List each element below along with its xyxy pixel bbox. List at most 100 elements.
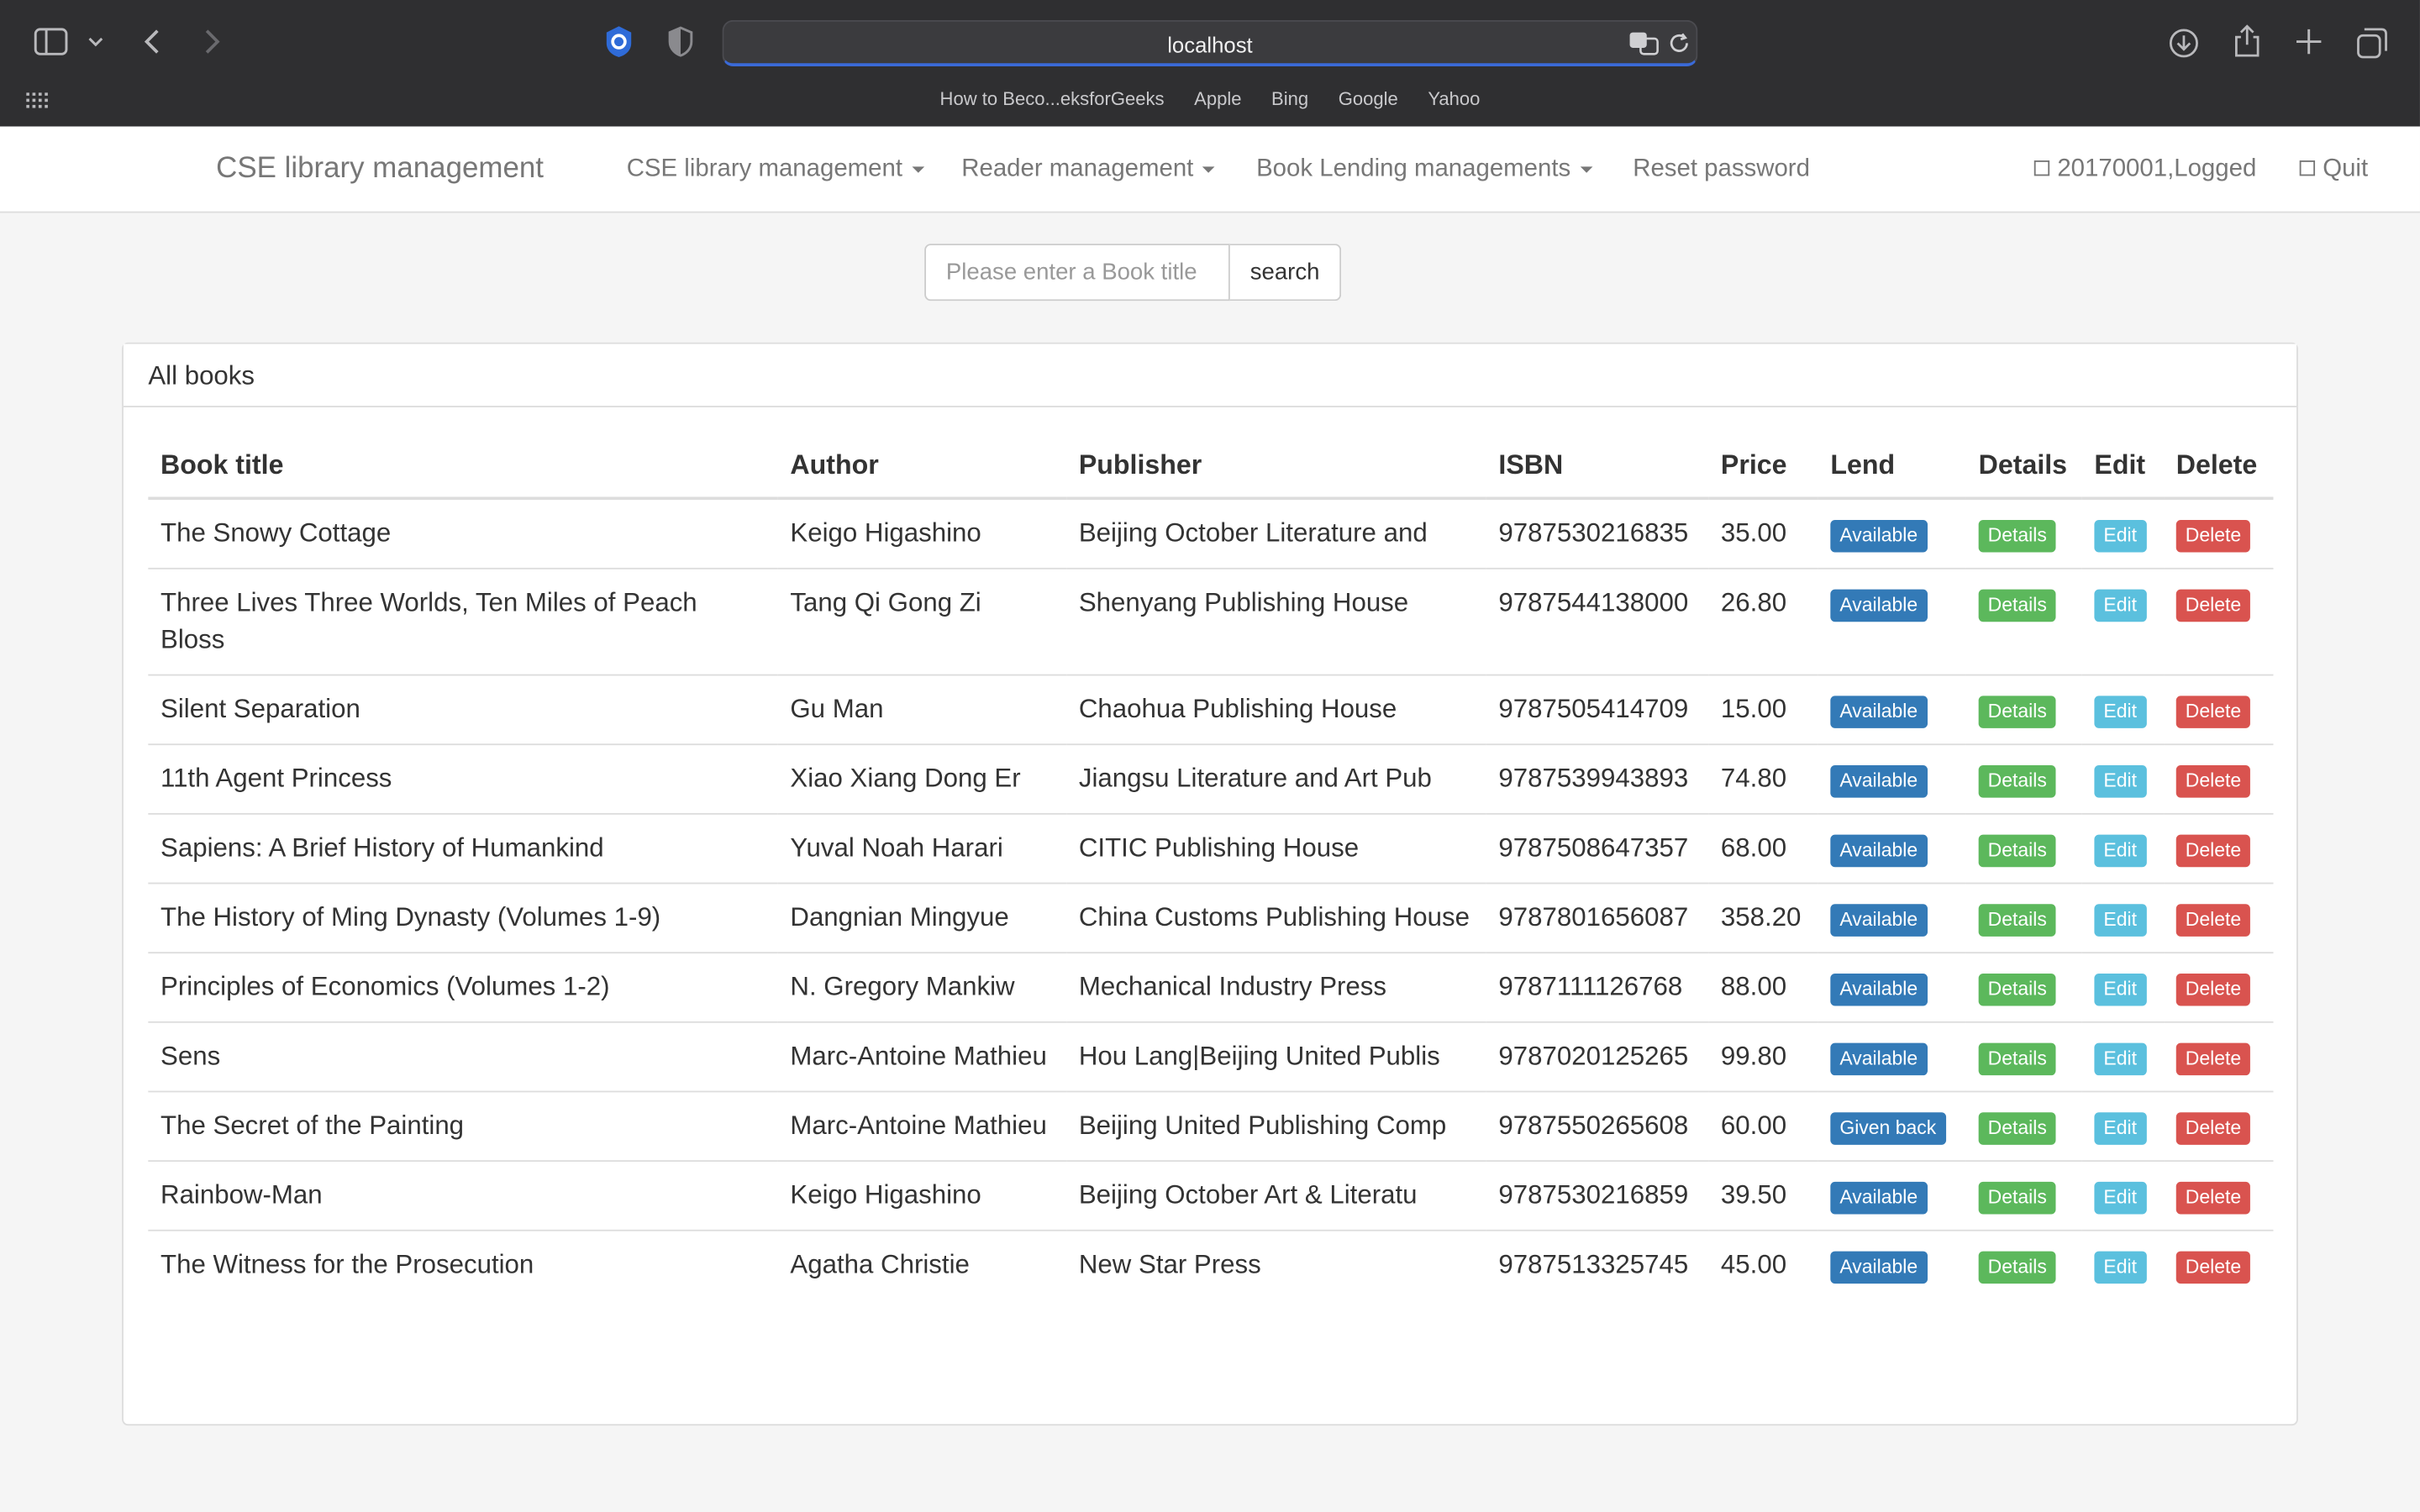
header-book-title: Book title	[148, 433, 778, 501]
table-body: The Snowy Cottage Keigo Higashino Beijing …	[148, 497, 2274, 1299]
lend-button[interactable]: Available	[1830, 904, 1928, 937]
lend-button[interactable]: Available	[1830, 1251, 1928, 1284]
edit-cell: Edit	[2081, 743, 2165, 814]
edit-cell: Edit	[2081, 812, 2165, 884]
chevron-down-icon[interactable]	[87, 31, 105, 53]
price-cell: 88.00	[1708, 952, 1818, 1022]
delete-button[interactable]: Delete	[2175, 696, 2251, 728]
lend-cell: Available	[1818, 743, 1966, 814]
details-button[interactable]: Details	[1978, 519, 2056, 553]
back-icon[interactable]	[139, 26, 163, 57]
header-details: Details	[1965, 433, 2082, 501]
favorite-link[interactable]: Google	[1339, 88, 1398, 110]
details-cell: Details	[1965, 1021, 2082, 1092]
translate-icon[interactable]	[1627, 29, 1660, 57]
book-title-cell: Three Lives Three Worlds, Ten Miles of P…	[148, 567, 778, 675]
lend-button[interactable]: Available	[1830, 519, 1928, 553]
favorite-link[interactable]: Apple	[1194, 88, 1241, 110]
edit-button[interactable]: Edit	[2094, 904, 2147, 937]
search-input[interactable]: Please enter a Book title	[924, 244, 1230, 302]
sidebar-icon[interactable]	[34, 28, 68, 55]
header-isbn: ISBN	[1486, 433, 1709, 501]
lend-button[interactable]: Available	[1830, 973, 1928, 1006]
edit-button[interactable]: Edit	[2094, 1251, 2147, 1284]
details-button[interactable]: Details	[1978, 904, 2056, 937]
menu-lending[interactable]: Book Lending managements	[1256, 156, 1592, 184]
reload-icon[interactable]	[1667, 29, 1691, 57]
details-button[interactable]: Details	[1978, 973, 2056, 1006]
new-tab-icon[interactable]	[2293, 26, 2324, 57]
extension-shield-icon[interactable]	[602, 24, 635, 58]
lend-button[interactable]: Available	[1830, 696, 1928, 728]
edit-cell: Edit	[2081, 1090, 2165, 1162]
publisher-cell: Beijing October Literature and	[1066, 497, 1486, 569]
share-icon[interactable]	[2232, 24, 2263, 60]
details-button[interactable]: Details	[1978, 765, 2056, 798]
author-cell: Marc-Antoine Mathieu	[777, 1090, 1067, 1162]
download-icon[interactable]	[2167, 26, 2201, 60]
delete-button[interactable]: Delete	[2175, 1042, 2251, 1076]
browser-toolbar: localhost How to Beco...eksforGeeks Appl…	[0, 0, 2420, 127]
brand[interactable]: CSE library management	[216, 153, 544, 186]
user-status-link[interactable]: 20170001,Logged	[2033, 156, 2256, 184]
delete-button[interactable]: Delete	[2175, 589, 2251, 622]
menu-library[interactable]: CSE library management	[627, 156, 924, 184]
delete-cell: Delete	[2164, 812, 2274, 884]
details-cell: Details	[1965, 1229, 2082, 1299]
address-bar[interactable]: localhost	[722, 19, 1698, 66]
details-button[interactable]: Details	[1978, 696, 2056, 728]
delete-button[interactable]: Delete	[2175, 1251, 2251, 1284]
reset-password-link[interactable]: Reset password	[1633, 156, 1810, 184]
isbn-cell: 9787508647357	[1486, 812, 1709, 884]
lend-button[interactable]: Available	[1830, 1042, 1928, 1076]
delete-button[interactable]: Delete	[2175, 1112, 2251, 1145]
delete-button[interactable]: Delete	[2175, 1181, 2251, 1215]
details-cell: Details	[1965, 567, 2082, 675]
favorite-link[interactable]: Bing	[1271, 88, 1308, 110]
quit-link[interactable]: Quit	[2299, 155, 2369, 184]
publisher-cell: New Star Press	[1066, 1229, 1486, 1299]
table-row: 11th Agent Princess Xiao Xiang Dong Er Jia…	[148, 743, 2274, 814]
lend-button[interactable]: Given back	[1830, 1112, 1946, 1145]
edit-button[interactable]: Edit	[2094, 1112, 2147, 1145]
price-cell: 39.50	[1708, 1160, 1818, 1231]
edit-button[interactable]: Edit	[2094, 1042, 2147, 1076]
publisher-cell: Beijing United Publishing Comp	[1066, 1090, 1486, 1162]
quit-label: Quit	[2323, 155, 2369, 182]
tab-overview-icon[interactable]	[2355, 26, 2389, 60]
edit-button[interactable]: Edit	[2094, 696, 2147, 728]
forward-icon[interactable]	[201, 26, 225, 57]
details-button[interactable]: Details	[1978, 1251, 2056, 1284]
favorite-link[interactable]: Yahoo	[1428, 88, 1480, 110]
details-button[interactable]: Details	[1978, 1042, 2056, 1076]
details-button[interactable]: Details	[1978, 1112, 2056, 1145]
delete-button[interactable]: Delete	[2175, 519, 2251, 553]
books-table: Book title Author Publisher ISBN Price L…	[148, 433, 2274, 1299]
delete-button[interactable]: Delete	[2175, 765, 2251, 798]
edit-button[interactable]: Edit	[2094, 519, 2147, 553]
lend-button[interactable]: Available	[1830, 589, 1928, 622]
details-button[interactable]: Details	[1978, 1181, 2056, 1215]
edit-button[interactable]: Edit	[2094, 973, 2147, 1006]
edit-button[interactable]: Edit	[2094, 589, 2147, 622]
menu-reader[interactable]: Reader management	[961, 156, 1216, 184]
edit-cell: Edit	[2081, 952, 2165, 1022]
lend-button[interactable]: Available	[1830, 1181, 1928, 1215]
edit-cell: Edit	[2081, 1160, 2165, 1231]
privacy-shield-icon[interactable]	[666, 26, 697, 57]
delete-button[interactable]: Delete	[2175, 904, 2251, 937]
details-button[interactable]: Details	[1978, 834, 2056, 868]
publisher-cell: Shenyang Publishing House	[1066, 567, 1486, 675]
details-button[interactable]: Details	[1978, 589, 2056, 622]
lend-button[interactable]: Available	[1830, 765, 1928, 798]
favorite-link[interactable]: How to Beco...eksforGeeks	[940, 88, 1165, 110]
edit-button[interactable]: Edit	[2094, 834, 2147, 868]
delete-button[interactable]: Delete	[2175, 834, 2251, 868]
lend-button[interactable]: Available	[1830, 834, 1928, 868]
isbn-cell: 9787505414709	[1486, 674, 1709, 745]
table-row: The Witness for the Prosecution Agatha Ch…	[148, 1229, 2274, 1299]
edit-button[interactable]: Edit	[2094, 765, 2147, 798]
search-button[interactable]: search	[1229, 244, 1342, 302]
delete-button[interactable]: Delete	[2175, 973, 2251, 1006]
edit-button[interactable]: Edit	[2094, 1181, 2147, 1215]
